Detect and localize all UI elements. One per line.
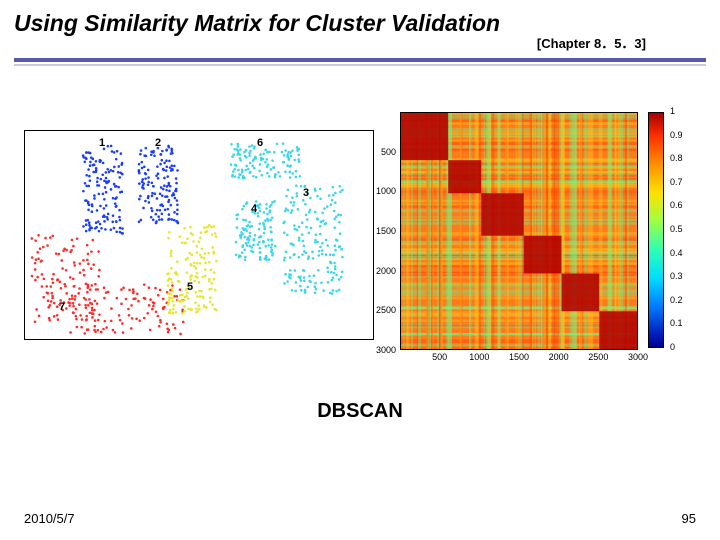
colorbar-tick: 0.2	[670, 295, 683, 305]
cluster-label-2: 2	[155, 137, 161, 149]
heatmap-x-tick: 2000	[549, 352, 569, 362]
cluster-label-4: 4	[251, 203, 257, 215]
colorbar-tick: 0.3	[670, 271, 683, 281]
heatmap-x-tick: 2500	[588, 352, 608, 362]
cluster-label-3: 3	[303, 187, 309, 199]
scatter-plot: 1 2 3 4 5 6 7	[24, 130, 374, 340]
heatmap-svg	[401, 113, 637, 349]
colorbar-tick: 0.7	[670, 177, 683, 187]
figure-area: 1234567 50010001500200025003000 50010001…	[0, 102, 720, 402]
similarity-heatmap	[400, 112, 638, 350]
heatmap-y-tick: 2500	[376, 305, 396, 315]
heatmap-y-axis: 50010001500200025003000	[374, 112, 398, 350]
cluster-label-5: 5	[187, 281, 193, 293]
colorbar-tick: 0.8	[670, 153, 683, 163]
divider-primary	[14, 58, 706, 62]
heatmap-x-tick: 500	[432, 352, 447, 362]
colorbar-tick: 0.1	[670, 318, 683, 328]
cluster-label-6: 6	[257, 137, 263, 149]
colorbar-tick: 0.4	[670, 248, 683, 258]
heatmap-x-axis: 50010001500200025003000	[400, 352, 638, 366]
colorbar-tick: 0.6	[670, 200, 683, 210]
colorbar-ticks: 1 0.9 0.8 0.7 0.6 0.5 0.4 0.3 0.2 0.1 0	[668, 108, 698, 352]
colorbar-tick: 0.5	[670, 224, 683, 234]
heatmap-x-tick: 1000	[469, 352, 489, 362]
heatmap-x-tick: 1500	[509, 352, 529, 362]
heatmap-y-tick: 1500	[376, 226, 396, 236]
footer-date: 2010/5/7	[24, 511, 75, 526]
heatmap-y-tick: 3000	[376, 345, 396, 355]
divider-secondary	[14, 64, 706, 66]
heatmap-y-tick: 2000	[376, 266, 396, 276]
cluster-label-7: 7	[59, 301, 65, 313]
colorbar	[648, 112, 664, 348]
figure-caption: DBSCAN	[0, 400, 720, 423]
heatmap-x-tick: 3000	[628, 352, 648, 362]
heatmap-y-tick: 500	[381, 147, 396, 157]
footer-page-number: 95	[682, 511, 696, 526]
colorbar-tick: 0.9	[670, 130, 683, 140]
scatter-svg	[25, 131, 373, 339]
colorbar-tick: 1	[670, 106, 675, 116]
colorbar-tick: 0	[670, 342, 675, 352]
cluster-label-1: 1	[99, 137, 105, 149]
heatmap-y-tick: 1000	[376, 186, 396, 196]
